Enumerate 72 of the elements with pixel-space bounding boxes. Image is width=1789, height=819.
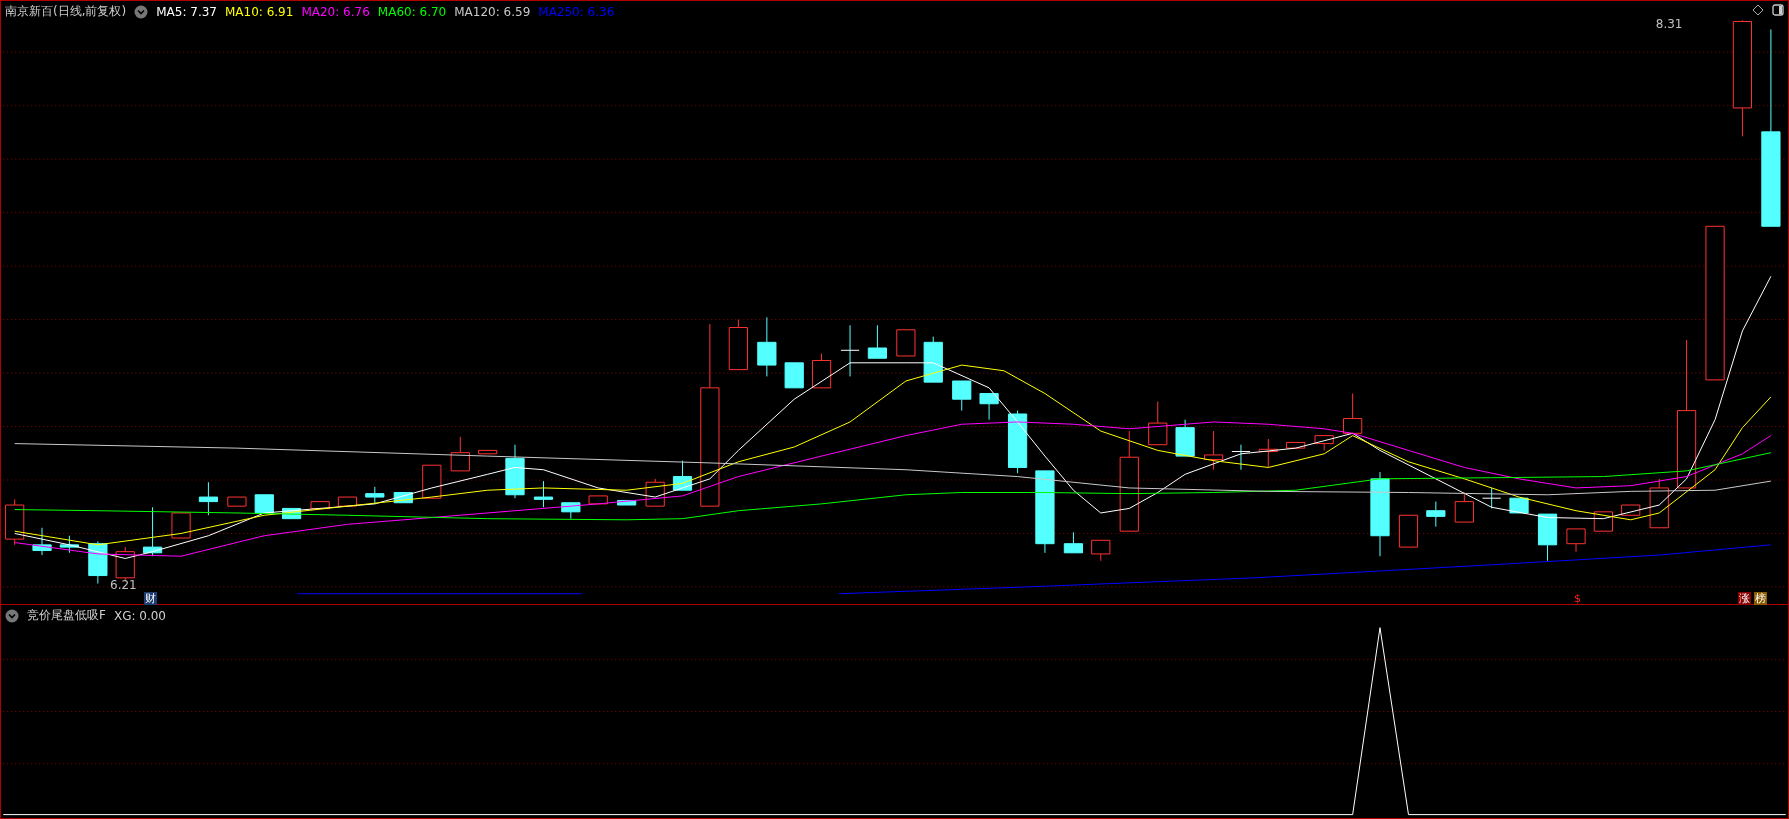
candlestick <box>1593 511 1613 532</box>
candlestick <box>310 501 330 509</box>
candlestick <box>1286 441 1306 449</box>
moving-average-label: MA60: 6.70 <box>377 4 447 19</box>
moving-average-label: MA5: 7.37 <box>156 4 217 19</box>
candlestick <box>282 507 302 520</box>
candlestick <box>923 336 943 383</box>
candlestick <box>617 499 637 506</box>
candlestick <box>757 316 777 377</box>
candlestick <box>1204 430 1224 471</box>
indicator-title: 竞价尾盘低吸F <box>27 607 106 624</box>
candlestick <box>896 329 916 357</box>
candlestick <box>672 460 693 491</box>
moving-average-label: MA250: 6.36 <box>538 4 615 19</box>
candlestick <box>59 535 79 554</box>
event-marker[interactable]: $ <box>1573 592 1582 605</box>
candlestick <box>728 319 748 371</box>
candlestick <box>588 495 608 505</box>
candlestick <box>1482 487 1502 509</box>
candlestick <box>979 393 999 421</box>
candlestick <box>337 496 358 507</box>
candlestick <box>1398 514 1419 548</box>
candlestick <box>422 464 442 499</box>
panel-toggle-icon[interactable] <box>1772 4 1784 16</box>
candlestick <box>1007 410 1028 474</box>
candlestick <box>840 324 860 377</box>
candlestick <box>1148 401 1168 446</box>
indicator-readout: XG: 0.00 <box>113 608 166 623</box>
price-marker: 6.21 <box>110 578 137 592</box>
candlestick <box>198 481 219 516</box>
candlestick <box>88 540 108 584</box>
candlestick <box>784 362 804 389</box>
candlestick <box>1454 492 1474 523</box>
candlestick <box>1343 393 1363 434</box>
candlestick <box>867 324 887 359</box>
candlestick <box>1063 531 1084 554</box>
candlestick <box>115 546 135 582</box>
candlestick <box>393 492 413 504</box>
candlestick <box>533 480 554 508</box>
candlestick <box>1566 528 1586 553</box>
candlestick <box>5 498 25 546</box>
event-marker[interactable]: 财 <box>144 592 157 605</box>
candlestick <box>1258 438 1278 468</box>
candlestick <box>1175 419 1195 457</box>
price-marker: 8.31 <box>1655 17 1683 31</box>
candlestick <box>561 502 581 520</box>
candlestick <box>32 527 52 556</box>
diamond-icon[interactable] <box>1752 4 1764 16</box>
candlestick <box>1231 444 1251 471</box>
event-marker[interactable]: 涨 <box>1738 592 1751 605</box>
moving-average-label: MA20: 6.76 <box>301 4 370 19</box>
candlestick <box>142 506 163 557</box>
candlestick <box>1537 513 1558 562</box>
candlestick <box>505 444 525 499</box>
candlestick <box>1426 501 1446 528</box>
candlestick <box>365 486 385 505</box>
candlestick <box>1509 497 1529 514</box>
event-marker[interactable]: 榜 <box>1754 592 1767 605</box>
candlestick <box>227 496 247 507</box>
moving-average-label: MA10: 6.91 <box>224 4 294 19</box>
candlestick <box>450 436 470 472</box>
candlestick <box>254 494 274 514</box>
candlestick <box>811 353 832 389</box>
candlestick <box>1621 504 1641 516</box>
stock-title: 南京新百(日线,前复权) <box>5 3 127 20</box>
chevron-down-icon[interactable] <box>5 608 19 623</box>
candlestick <box>1091 539 1111 562</box>
chevron-down-icon[interactable] <box>134 4 149 19</box>
candlestick <box>478 449 498 455</box>
candlestick <box>1314 435 1334 451</box>
moving-average-label: MA120: 6.59 <box>454 4 531 19</box>
candlestick <box>952 380 972 412</box>
